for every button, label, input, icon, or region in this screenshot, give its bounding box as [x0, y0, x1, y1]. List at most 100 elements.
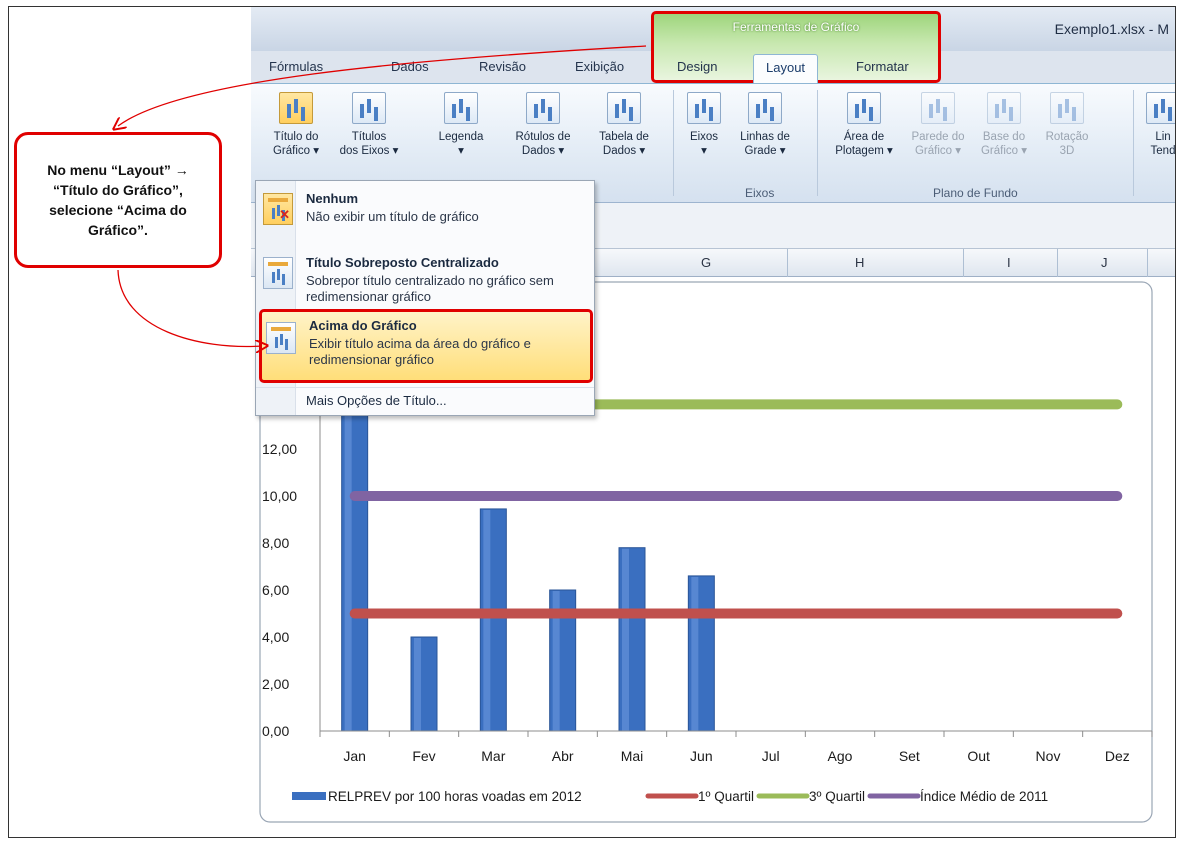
legend-label: 1º Quartil	[698, 789, 754, 804]
rotation-3d-button[interactable]: Rotação 3D	[1039, 92, 1095, 158]
x-tick-label: Jul	[762, 748, 780, 764]
chart-title-icon	[279, 92, 313, 124]
gridlines-button[interactable]: Linhas de Grade ▾	[733, 92, 797, 158]
y-tick-label: 10,00	[262, 488, 297, 504]
tab-dados[interactable]: Dados	[391, 59, 429, 74]
bar-mar[interactable]	[479, 508, 507, 732]
chart-title-dropdown: ✕ Nenhum Não exibir um título de gráfico…	[255, 180, 595, 416]
menu-item-heading: Nenhum	[306, 191, 358, 206]
x-tick-label: Mai	[621, 748, 644, 764]
legend-button[interactable]: Legenda ▾	[429, 92, 493, 158]
plot-area-label-1: Área de	[843, 131, 885, 143]
menu-item-heading: Acima do Gráfico	[309, 318, 417, 333]
data-table-icon	[607, 92, 641, 124]
trendline-icon	[1146, 92, 1175, 124]
chart-floor-button[interactable]: Base do Gráfico ▾	[971, 92, 1037, 158]
axes-label-1: Eixos	[689, 131, 719, 143]
group-separator	[673, 90, 674, 196]
rotation-3d-label-2: 3D	[1059, 145, 1075, 157]
column-header-h[interactable]: H	[855, 255, 864, 270]
overlay-title-icon	[263, 257, 293, 289]
chart-tools-title: Ferramentas de Gráfico	[732, 20, 860, 34]
data-labels-label-2: Dados ▾	[521, 145, 565, 157]
chart-floor-label-2: Gráfico ▾	[980, 145, 1028, 157]
axis-titles-label-2: dos Eixos ▾	[339, 145, 399, 157]
column-header-g[interactable]: G	[701, 255, 711, 270]
instruction-callout: No menu “Layout” → “Título do Gráfico”, …	[14, 132, 222, 268]
legend-icon	[444, 92, 478, 124]
tab-design[interactable]: Design	[677, 59, 717, 74]
data-table-label-2: Dados ▾	[602, 145, 646, 157]
no-title-icon: ✕	[263, 193, 293, 225]
axis-titles-button[interactable]: Títulos dos Eixos ▾	[337, 92, 401, 158]
legend-label-2: ▾	[458, 145, 464, 157]
menu-item-titulo-sobreposto[interactable]: Título Sobreposto Centralizado Sobrepor …	[256, 251, 594, 307]
x-tick-label: Jan	[343, 748, 366, 764]
chart-wall-button[interactable]: Parede do Gráfico ▾	[905, 92, 971, 158]
x-tick-label: Jun	[690, 748, 713, 764]
axes-label-2: ▾	[701, 145, 707, 157]
bar-mai[interactable]	[618, 547, 646, 732]
chart-floor-icon	[987, 92, 1021, 124]
axes-button[interactable]: Eixos ▾	[679, 92, 729, 158]
x-tick-label: Out	[967, 748, 990, 764]
bar-fev[interactable]	[410, 636, 438, 732]
menu-item-mais-opcoes[interactable]: Mais Opções de Título...	[256, 387, 594, 413]
x-tick-label: Set	[899, 748, 920, 764]
data-table-label-1: Tabela de	[599, 131, 649, 143]
y-tick-label: 0,00	[262, 723, 289, 739]
x-tick-label: Dez	[1105, 748, 1130, 764]
gridlines-icon	[748, 92, 782, 124]
rotation-3d-label-1: Rotação	[1045, 131, 1089, 143]
tab-exibicao[interactable]: Exibição	[575, 59, 624, 74]
menu-item-nenhum[interactable]: ✕ Nenhum Não exibir um título de gráfico	[256, 187, 594, 249]
tab-revisao[interactable]: Revisão	[479, 59, 526, 74]
trendline-button[interactable]: Lin Tend	[1143, 92, 1175, 158]
gridlines-label-2: Grade ▾	[744, 145, 786, 157]
legend-entry[interactable]: RELPREV por 100 horas voadas em 2012	[292, 789, 582, 804]
plot-area-button[interactable]: Área de Plotagem ▾	[825, 92, 903, 158]
menu-item-description: Exibir título acima da área do gráfico e…	[309, 336, 531, 367]
menu-item-heading: Título Sobreposto Centralizado	[306, 255, 499, 270]
data-labels-label-1: Rótulos de	[515, 131, 571, 143]
data-table-button[interactable]: Tabela de Dados ▾	[587, 92, 661, 158]
menu-item-description: Sobrepor título centralizado no gráfico …	[306, 273, 554, 304]
menu-item-acima-do-grafico[interactable]: Acima do Gráfico Exibir título acima da …	[259, 309, 593, 383]
x-tick-label: Fev	[412, 748, 435, 764]
document-title: Exemplo1.xlsx - M	[1054, 21, 1169, 37]
y-tick-label: 2,00	[262, 676, 289, 692]
chart-floor-label-1: Base do	[982, 131, 1026, 143]
data-labels-icon	[526, 92, 560, 124]
group-label-eixos: Eixos	[745, 186, 775, 200]
above-chart-icon	[266, 322, 296, 354]
tab-formatar[interactable]: Formatar	[856, 59, 909, 74]
y-tick-label: 8,00	[262, 535, 289, 551]
legend-label: 3º Quartil	[809, 789, 865, 804]
column-header-j[interactable]: J	[1101, 255, 1108, 270]
callout-text: No menu “Layout” → “Título do Gráfico”, …	[47, 162, 189, 238]
tab-layout[interactable]: Layout	[753, 54, 819, 83]
y-tick-label: 12,00	[262, 441, 297, 457]
group-separator	[817, 90, 818, 196]
axis-titles-icon	[352, 92, 386, 124]
bar-jun[interactable]	[687, 575, 715, 732]
group-label-plano-de-fundo: Plano de Fundo	[933, 186, 1018, 200]
axes-icon	[687, 92, 721, 124]
bar-jan[interactable]	[341, 413, 369, 732]
chart-wall-label-1: Parede do	[911, 131, 965, 143]
column-header-i[interactable]: I	[1007, 255, 1011, 270]
group-separator	[1133, 90, 1134, 196]
chart-title-label-2: Gráfico ▾	[272, 145, 320, 157]
chart-title-label-1: Título do	[273, 131, 319, 143]
gridlines-label-1: Linhas de	[740, 131, 790, 143]
axis-titles-label-1: Títulos	[351, 131, 387, 143]
plot-area-label-2: Plotagem ▾	[835, 145, 893, 157]
y-tick-label: 4,00	[262, 629, 289, 645]
data-labels-button[interactable]: Rótulos de Dados ▾	[503, 92, 583, 158]
tab-formulas[interactable]: Fórmulas	[269, 59, 323, 74]
trendline-label-1: Lin	[1155, 131, 1171, 143]
legend-label-1: Legenda	[438, 131, 484, 143]
rotation-3d-icon	[1050, 92, 1084, 124]
chart-title-button[interactable]: Título do Gráfico ▾	[271, 92, 321, 158]
legend-swatch	[292, 792, 326, 800]
